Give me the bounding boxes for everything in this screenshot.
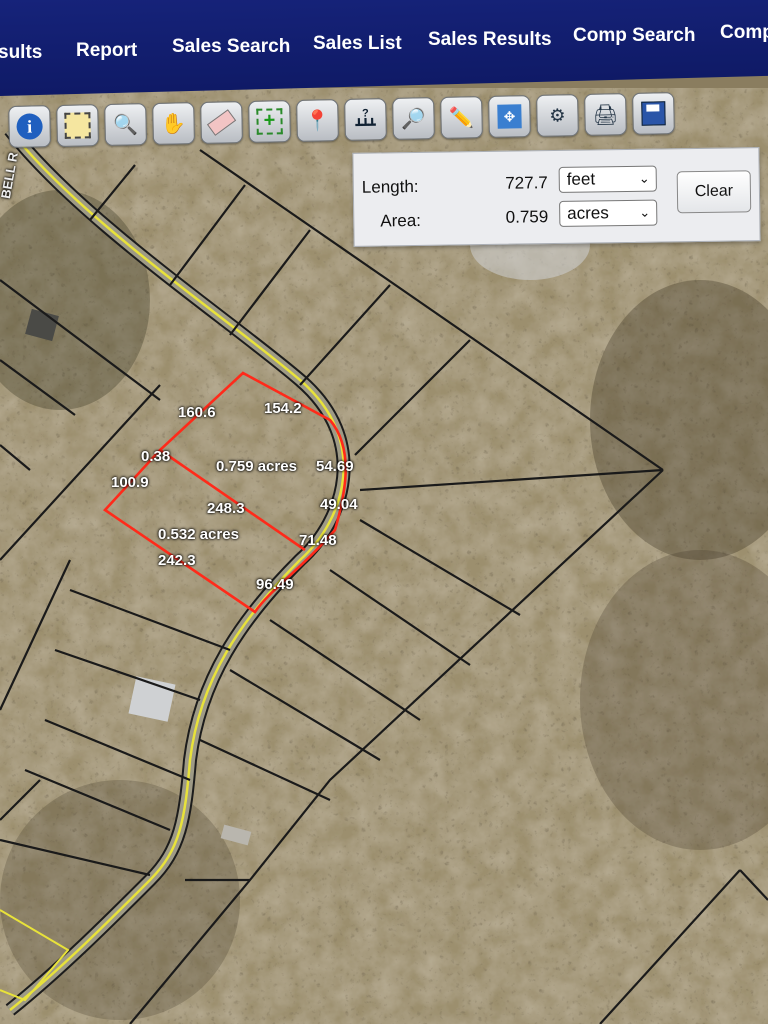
info-icon[interactable]: i [8,105,52,148]
clear-button[interactable]: Clear [676,170,752,214]
length-unit-select[interactable]: feet ⌄ [558,165,657,193]
nav-sales-list[interactable]: Sales List [313,33,402,55]
dimension-label: 0.38 [141,448,171,465]
length-label: Length: [361,176,419,197]
nav-sales-results[interactable]: Sales Results [428,29,552,51]
nav-sales-results-partial[interactable]: sults [0,42,42,64]
dimension-label: 154.2 [264,400,302,417]
eraser-icon[interactable] [200,101,243,144]
full-extent-icon[interactable]: ✥ [488,95,531,138]
length-value: 727.7 [505,173,548,193]
print-icon[interactable]: 🖨 [584,93,627,136]
chevron-down-icon: ⌄ [639,204,651,220]
area-unit-value: acres [567,203,609,223]
pencil-icon[interactable]: ✏️ [440,96,483,139]
pan-hand-icon[interactable]: ✋ [152,102,196,145]
dimension-label: 71.48 [299,532,337,549]
area-unit-select[interactable]: acres ⌄ [559,199,658,227]
select-parcel-icon[interactable] [56,104,100,147]
length-unit-value: feet [566,169,596,189]
nav-comp-search[interactable]: Comp Search [573,25,695,47]
pin-icon[interactable]: 📍 [296,99,339,142]
area-label-text: Area: [380,210,422,231]
measure-icon[interactable]: ? ┻┻┻ [344,98,387,141]
nav-comp-partial[interactable]: Comp [720,22,768,44]
area-label: 0.532 acres [158,526,239,543]
chevron-down-icon: ⌄ [638,170,650,186]
dimension-label: 160.6 [178,404,216,421]
dimension-label: 49.04 [320,496,358,513]
measurement-panel: Length: 727.7 feet ⌄ Area: 0.759 acres ⌄… [352,147,761,247]
area-value: 0.759 [505,207,549,227]
dimension-label: 242.3 [158,552,196,569]
nav-report[interactable]: Report [76,40,137,62]
save-icon[interactable] [632,92,675,135]
area-label: 0.759 acres [216,458,297,475]
dimension-label: 96.49 [256,576,294,593]
dimension-label: 54.69 [316,458,354,475]
zoom-in-icon[interactable]: 🔍 [104,103,148,146]
dimension-label: 248.3 [207,500,245,517]
nav-sales-search[interactable]: Sales Search [172,36,290,58]
add-parcel-icon[interactable]: + [248,100,291,143]
zoom-out-icon[interactable]: 🔎 [392,97,435,140]
buffer-icon[interactable]: ⚙ [536,94,579,137]
dimension-label: 100.9 [111,474,149,491]
